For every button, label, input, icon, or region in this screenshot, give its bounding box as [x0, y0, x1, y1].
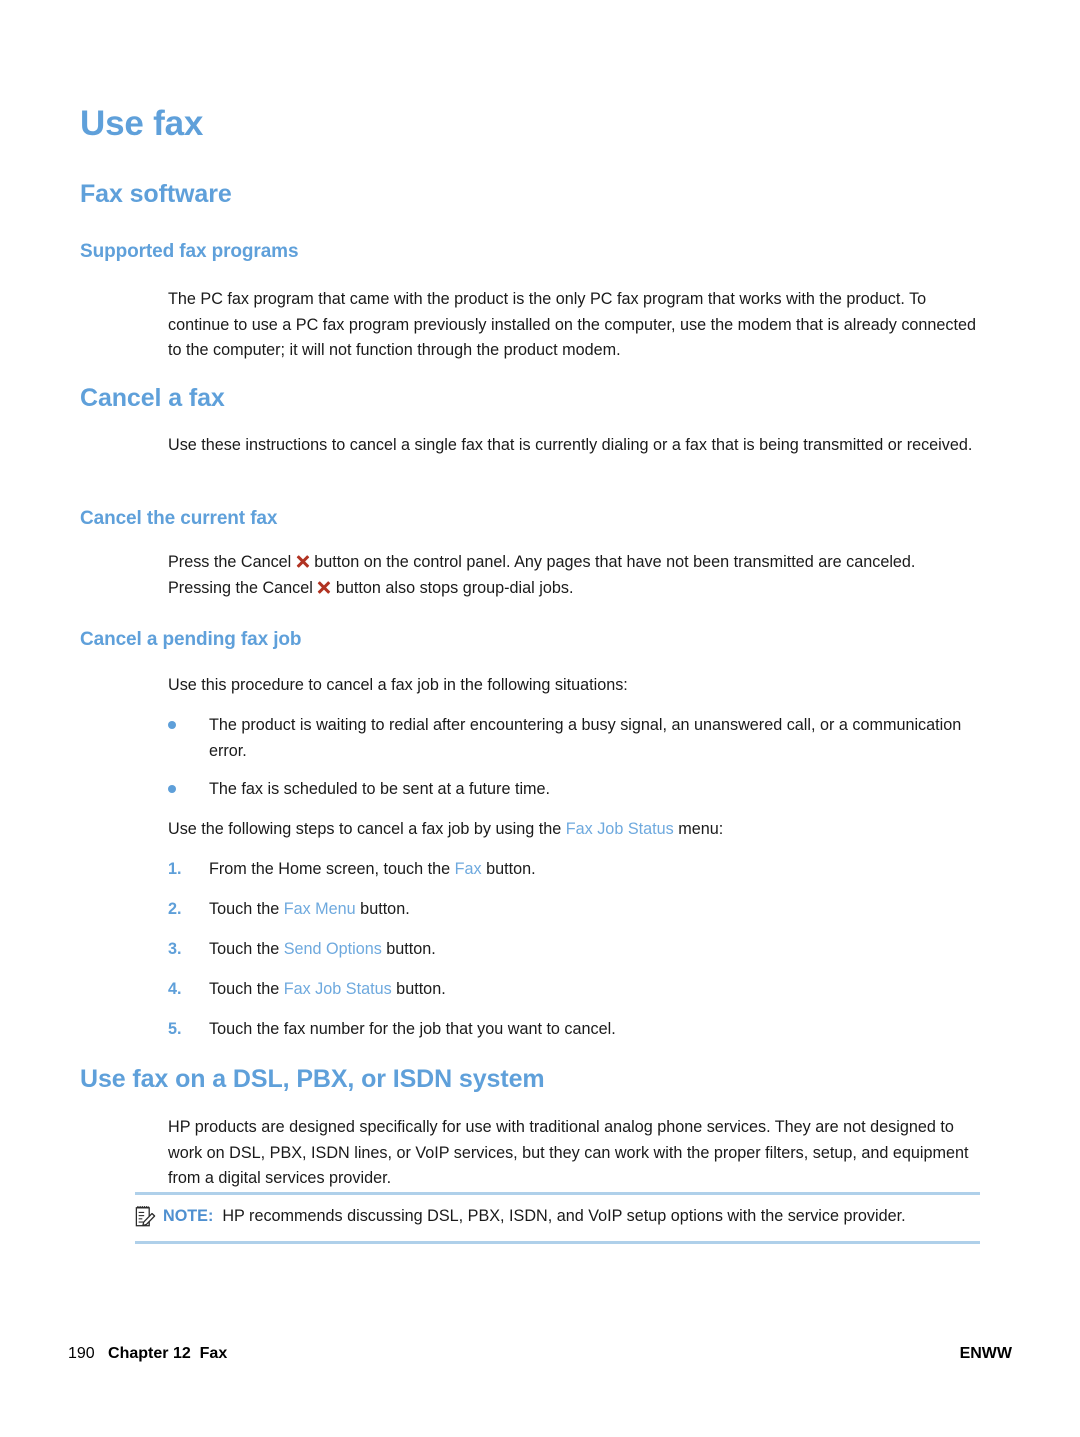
list-item: The product is waiting to redial after e…	[168, 713, 963, 764]
footer-left: 190 Chapter 12 Fax	[68, 1345, 227, 1363]
paragraph-cancel-current-fax: Press the Cancel button on the control pa…	[168, 550, 968, 601]
step-text-before: Touch the	[209, 900, 284, 918]
step-text-before: Touch the fax number for the job that yo…	[209, 1020, 616, 1038]
steps-intro-before: Use the following steps to cancel a fax …	[168, 820, 566, 838]
step-item-2: 2. Touch the Fax Menu button.	[168, 897, 958, 923]
step-number: 4.	[168, 980, 182, 998]
cancel-x-icon	[294, 553, 311, 570]
step-label: Touch the fax number for the job that yo…	[209, 1017, 958, 1043]
note-pencil-icon	[135, 1205, 157, 1228]
step-item-1: 1. From the Home screen, touch the Fax b…	[168, 857, 958, 883]
ui-term: Fax Menu	[283, 900, 356, 918]
steps-intro-after: menu:	[673, 820, 724, 838]
cancel-x-icon	[316, 579, 333, 596]
step-text-before: From the Home screen, touch the	[209, 860, 455, 878]
subheading-cancel-a-pending-fax-job: Cancel a pending fax job	[80, 629, 302, 650]
bullet-dot-icon	[168, 785, 176, 793]
paragraph-steps-intro: Use the following steps to cancel a fax …	[168, 817, 988, 843]
cancel-text-part-1: Press the Cancel	[168, 553, 292, 571]
cancel-text-part-3: button also stops group-dial jobs.	[335, 578, 574, 597]
step-number: 3.	[168, 940, 182, 958]
step-number: 1.	[168, 860, 182, 878]
document-page: Use fax Fax software Supported fax progr…	[0, 0, 1080, 1437]
step-label: Touch the Fax Menu button.	[209, 897, 958, 923]
footer-chapter: Chapter 12	[108, 1345, 191, 1362]
list-item-label: The fax is scheduled to be sent at a fut…	[209, 780, 551, 798]
note-body: NOTE: HP recommends discussing DSL, PBX, …	[135, 1195, 980, 1241]
paragraph-cancel-a-fax: Use these instructions to cancel a singl…	[168, 436, 973, 454]
footer-chapter-title: Fax	[199, 1345, 228, 1362]
paragraph-fax-software: The PC fax program that came with the pr…	[168, 290, 977, 359]
paragraph-pending-intro: Use this procedure to cancel a fax job i…	[168, 676, 628, 694]
ui-term: Send Options	[283, 940, 382, 958]
step-text-after: button.	[381, 940, 436, 958]
list-item: The fax is scheduled to be sent at a fut…	[168, 777, 963, 803]
note-text: HP recommends discussing DSL, PBX, ISDN,…	[222, 1207, 906, 1225]
step-label: From the Home screen, touch the Fax butt…	[209, 857, 958, 883]
note-content: NOTE: HP recommends discussing DSL, PBX, …	[163, 1204, 980, 1230]
step-item-4: 4. Touch the Fax Job Status button.	[168, 977, 958, 1003]
page-footer: 190 Chapter 12 Fax ENWW	[0, 1345, 1080, 1369]
heading-use-fax-dsl-pbx-isdn: Use fax on a DSL, PBX, or ISDN system	[80, 1065, 545, 1093]
step-text-after: button.	[355, 900, 410, 918]
step-number: 5.	[168, 1020, 182, 1038]
note-label: NOTE:	[163, 1207, 214, 1225]
step-label: Touch the Fax Job Status button.	[209, 977, 958, 1003]
note-bottom-rule	[135, 1241, 980, 1244]
footer-locale: ENWW	[959, 1345, 1012, 1362]
step-item-5: 5. Touch the fax number for the job that…	[168, 1017, 958, 1043]
list-item-label: The product is waiting to redial after e…	[209, 716, 962, 760]
footer-spacer-2	[191, 1345, 200, 1362]
subheading-cancel-the-current-fax: Cancel the current fax	[80, 508, 278, 529]
step-text-after: button.	[391, 980, 446, 998]
note-box: NOTE: HP recommends discussing DSL, PBX, …	[135, 1192, 980, 1244]
step-text-before: Touch the	[209, 940, 284, 958]
paragraph-dsl-pbx-isdn: HP products are designed specifically fo…	[168, 1118, 969, 1187]
heading-fax-software: Fax software	[80, 180, 232, 208]
page-title: Use fax	[80, 104, 204, 143]
step-text-after: button.	[481, 860, 536, 878]
ui-term: Fax	[454, 860, 482, 878]
subheading-supported-fax-programs: Supported fax programs	[80, 241, 299, 262]
ui-term: Fax Job Status	[283, 980, 392, 998]
ui-term-fax-job-status: Fax Job Status	[565, 820, 674, 838]
step-item-3: 3. Touch the Send Options button.	[168, 937, 958, 963]
bullet-dot-icon	[168, 721, 176, 729]
step-text-before: Touch the	[209, 980, 284, 998]
heading-cancel-a-fax: Cancel a fax	[80, 384, 225, 412]
footer-spacer	[95, 1345, 108, 1362]
step-number: 2.	[168, 900, 182, 918]
step-label: Touch the Send Options button.	[209, 937, 958, 963]
footer-page-number: 190	[68, 1345, 95, 1362]
